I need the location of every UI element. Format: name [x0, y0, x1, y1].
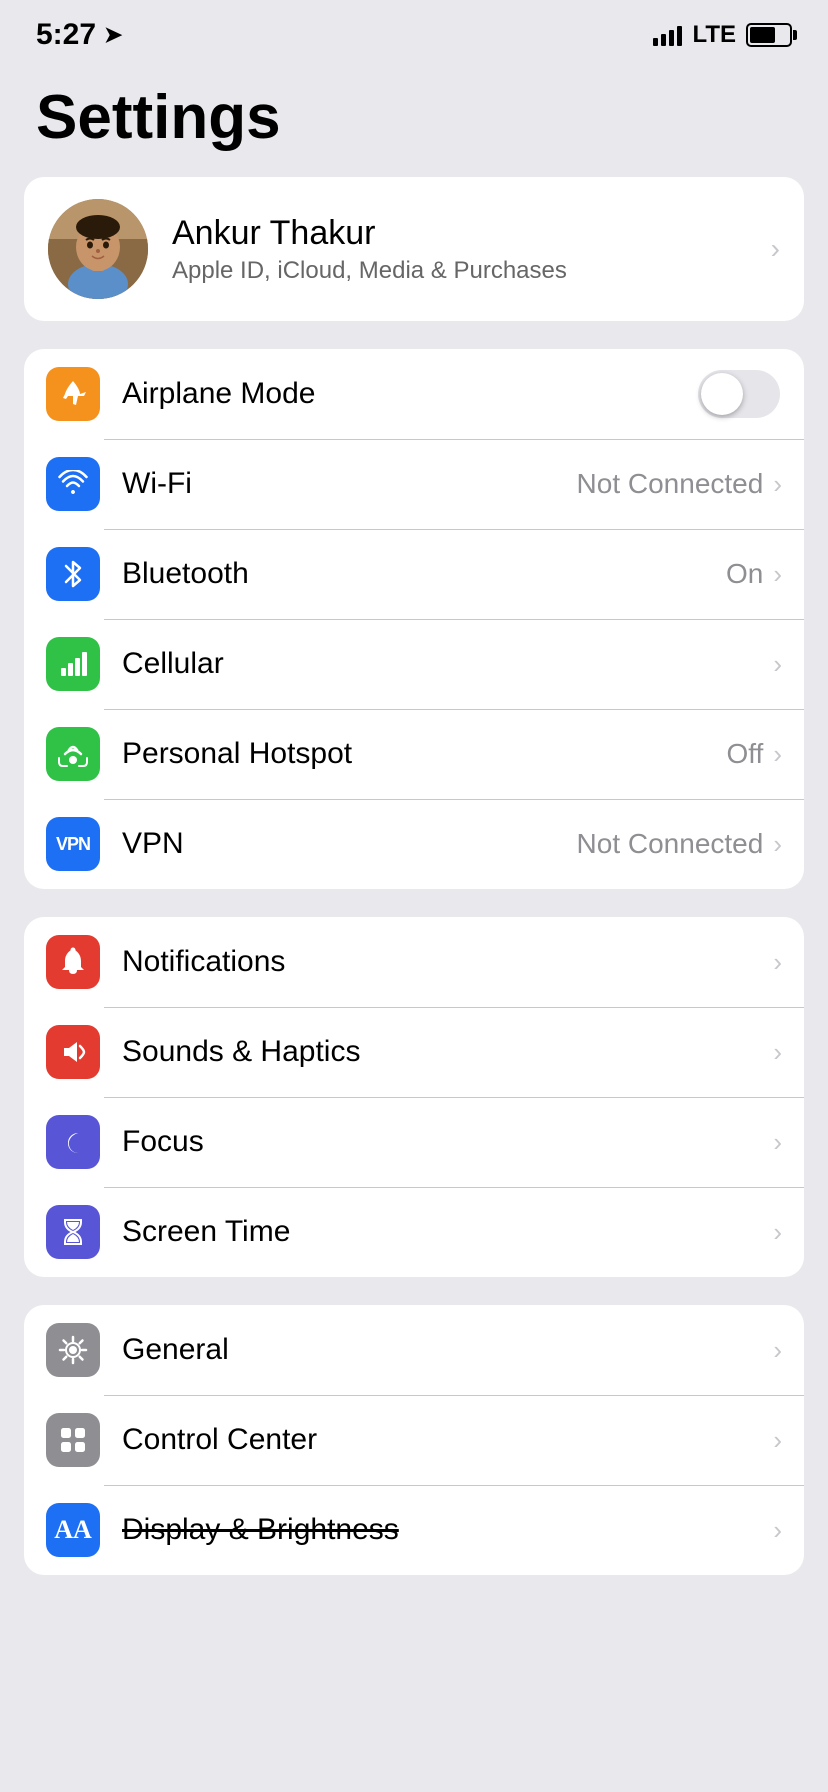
time-display: 5:27: [36, 18, 96, 52]
hotspot-label: Personal Hotspot: [122, 737, 726, 771]
focus-row[interactable]: Focus ›: [24, 1097, 804, 1187]
cellular-chevron: ›: [773, 649, 782, 680]
airplane-mode-toggle[interactable]: [698, 370, 780, 418]
hotspot-chevron: ›: [773, 739, 782, 770]
airplane-mode-label: Airplane Mode: [122, 377, 698, 411]
vpn-chevron: ›: [773, 829, 782, 860]
general-chevron: ›: [773, 1335, 782, 1366]
vpn-label: VPN: [122, 827, 577, 861]
wifi-chevron: ›: [773, 469, 782, 500]
profile-name: Ankur Thakur: [172, 214, 771, 253]
general-icon: [46, 1323, 100, 1377]
wifi-row[interactable]: Wi-Fi Not Connected ›: [24, 439, 804, 529]
toggle-thumb: [701, 373, 743, 415]
general-row[interactable]: General ›: [24, 1305, 804, 1395]
sounds-chevron: ›: [773, 1037, 782, 1068]
general-section: General › Control Center › AA Display & …: [24, 1305, 804, 1575]
controlcenter-label: Control Center: [122, 1423, 773, 1457]
status-right: LTE: [653, 21, 792, 49]
vpn-row[interactable]: VPN VPN Not Connected ›: [24, 799, 804, 889]
system-section: Notifications › Sounds & Haptics › Focus…: [24, 917, 804, 1277]
airplane-mode-row[interactable]: Airplane Mode: [24, 349, 804, 439]
hotspot-value: Off: [726, 738, 763, 770]
cellular-icon: [46, 637, 100, 691]
display-row[interactable]: AA Display & Brightness ›: [24, 1485, 804, 1575]
cellular-row[interactable]: Cellular ›: [24, 619, 804, 709]
vpn-value: Not Connected: [577, 828, 764, 860]
location-icon: ➤: [104, 22, 122, 48]
hotspot-icon: [46, 727, 100, 781]
lte-indicator: LTE: [692, 21, 736, 49]
signal-bar-2: [661, 34, 666, 46]
connectivity-section: Airplane Mode Wi-Fi Not Connected › Blue…: [24, 349, 804, 889]
profile-subtitle: Apple ID, iCloud, Media & Purchases: [172, 257, 771, 285]
display-aa-text: AA: [54, 1515, 92, 1545]
status-bar: 5:27 ➤ LTE: [0, 0, 828, 62]
page-title: Settings: [0, 62, 828, 177]
battery-icon: [746, 23, 792, 47]
signal-bar-1: [653, 38, 658, 46]
controlcenter-icon: [46, 1413, 100, 1467]
controlcenter-chevron: ›: [773, 1425, 782, 1456]
wifi-icon: [46, 457, 100, 511]
profile-chevron: ›: [771, 233, 780, 265]
display-icon: AA: [46, 1503, 100, 1557]
vpn-icon: VPN: [46, 817, 100, 871]
bluetooth-row[interactable]: Bluetooth On ›: [24, 529, 804, 619]
screentime-row[interactable]: Screen Time ›: [24, 1187, 804, 1277]
focus-icon: [46, 1115, 100, 1169]
display-label: Display & Brightness: [122, 1513, 773, 1547]
screentime-label: Screen Time: [122, 1215, 773, 1249]
status-time: 5:27 ➤: [36, 18, 122, 52]
profile-card[interactable]: Ankur Thakur Apple ID, iCloud, Media & P…: [24, 177, 804, 321]
cellular-label: Cellular: [122, 647, 773, 681]
sounds-row[interactable]: Sounds & Haptics ›: [24, 1007, 804, 1097]
sounds-label: Sounds & Haptics: [122, 1035, 773, 1069]
notifications-icon: [46, 935, 100, 989]
battery-fill: [750, 27, 775, 43]
profile-info: Ankur Thakur Apple ID, iCloud, Media & P…: [172, 214, 771, 285]
notifications-label: Notifications: [122, 945, 773, 979]
sounds-icon: [46, 1025, 100, 1079]
bluetooth-icon: [46, 547, 100, 601]
focus-chevron: ›: [773, 1127, 782, 1158]
bluetooth-label: Bluetooth: [122, 557, 726, 591]
signal-bars: [653, 24, 682, 46]
wifi-label: Wi-Fi: [122, 467, 577, 501]
general-label: General: [122, 1333, 773, 1367]
bluetooth-chevron: ›: [773, 559, 782, 590]
screentime-chevron: ›: [773, 1217, 782, 1248]
signal-bar-4: [677, 26, 682, 46]
wifi-value: Not Connected: [577, 468, 764, 500]
hotspot-row[interactable]: Personal Hotspot Off ›: [24, 709, 804, 799]
airplane-mode-icon: [46, 367, 100, 421]
controlcenter-row[interactable]: Control Center ›: [24, 1395, 804, 1485]
focus-label: Focus: [122, 1125, 773, 1159]
bluetooth-value: On: [726, 558, 763, 590]
avatar: [48, 199, 148, 299]
vpn-text: VPN: [56, 834, 90, 855]
notifications-chevron: ›: [773, 947, 782, 978]
signal-bar-3: [669, 30, 674, 46]
notifications-row[interactable]: Notifications ›: [24, 917, 804, 1007]
display-chevron: ›: [773, 1515, 782, 1546]
screentime-icon: [46, 1205, 100, 1259]
